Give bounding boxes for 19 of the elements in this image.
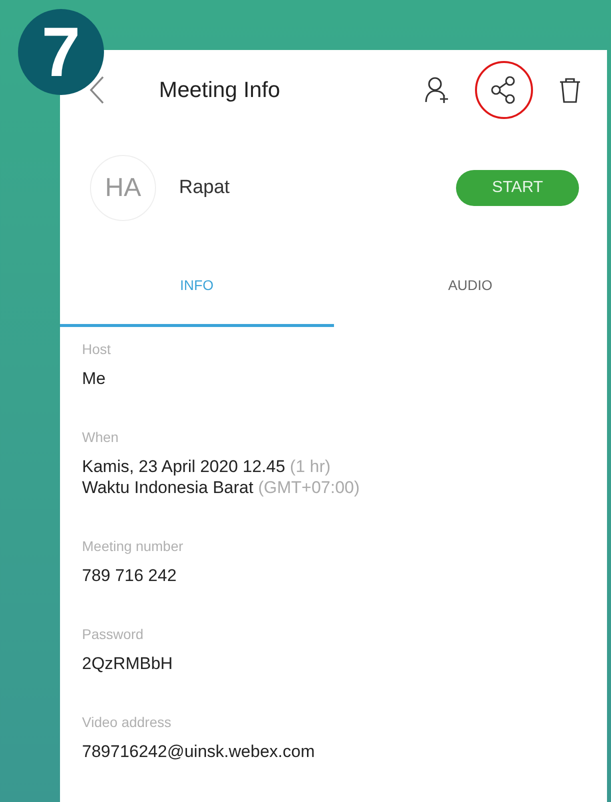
tab[interactable]: INFO <box>60 245 334 327</box>
avatar: HA <box>90 154 156 220</box>
field-value: 2QzRMBbH <box>82 653 174 674</box>
step-badge: 7 <box>18 9 104 95</box>
field-value: 789716242@uinsk.webex.com <box>82 741 316 762</box>
field-label: Meeting number <box>82 538 184 554</box>
field-label: Host <box>82 341 111 357</box>
screen-title: Meeting Info <box>159 77 282 103</box>
field-value: 789 716 242 <box>82 565 178 586</box>
field-value: Waktu Indonesia Barat (GMT+07:00) <box>82 477 361 498</box>
field-value: Kamis, 23 April 2020 12.45 (1 hr) <box>82 456 332 477</box>
back-icon[interactable] <box>88 75 106 105</box>
field-label: Video address <box>82 714 172 730</box>
field-value: Me <box>82 368 107 389</box>
meeting-name: Rapat <box>179 176 231 198</box>
start-button[interactable]: START <box>456 170 579 206</box>
field-label: When <box>82 429 119 445</box>
tab[interactable]: AUDIO <box>334 245 607 327</box>
field-label: Password <box>82 626 144 642</box>
